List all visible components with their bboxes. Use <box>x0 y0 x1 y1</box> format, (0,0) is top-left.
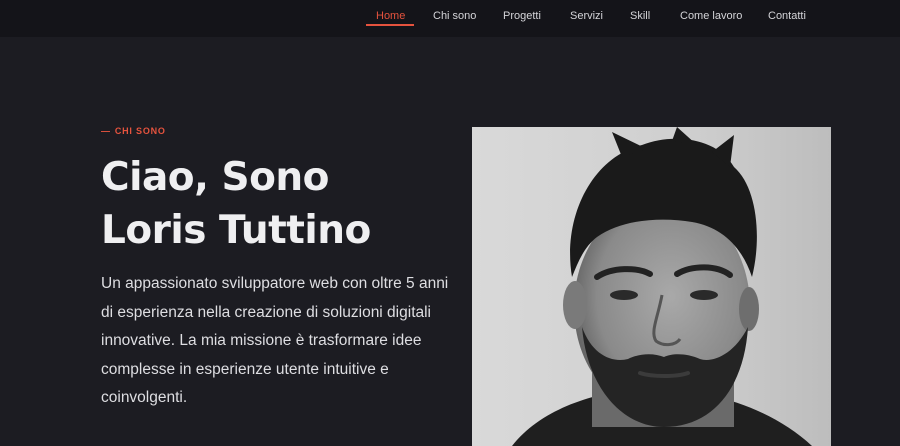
nav-link-progetti[interactable]: Progetti <box>503 10 541 22</box>
hero-title-line-2: Loris Tuttino <box>101 208 371 253</box>
nav-link-come-lavoro[interactable]: Come lavoro <box>680 10 742 22</box>
eyebrow-label: CHI SONO <box>114 126 166 136</box>
nav-link-chi-sono[interactable]: Chi sono <box>433 10 476 22</box>
section-eyebrow: — CHI SONO <box>101 126 166 136</box>
active-nav-indicator <box>366 24 414 26</box>
top-navbar: Home Chi sono Progetti Servizi Skill Com… <box>0 0 900 37</box>
hero-bio: Un appassionato sviluppatore web con olt… <box>101 275 449 407</box>
nav-link-skill[interactable]: Skill <box>630 10 650 22</box>
nav-link-home[interactable]: Home <box>376 10 405 22</box>
eyebrow-dash: — <box>101 126 111 136</box>
nav-link-servizi[interactable]: Servizi <box>570 10 603 22</box>
nav-link-contatti[interactable]: Contatti <box>768 10 806 22</box>
hero-title: Ciao, Sono Loris Tuttino <box>101 151 461 257</box>
profile-photo <box>472 127 831 446</box>
hero-title-line-1: Ciao, Sono <box>101 155 329 200</box>
